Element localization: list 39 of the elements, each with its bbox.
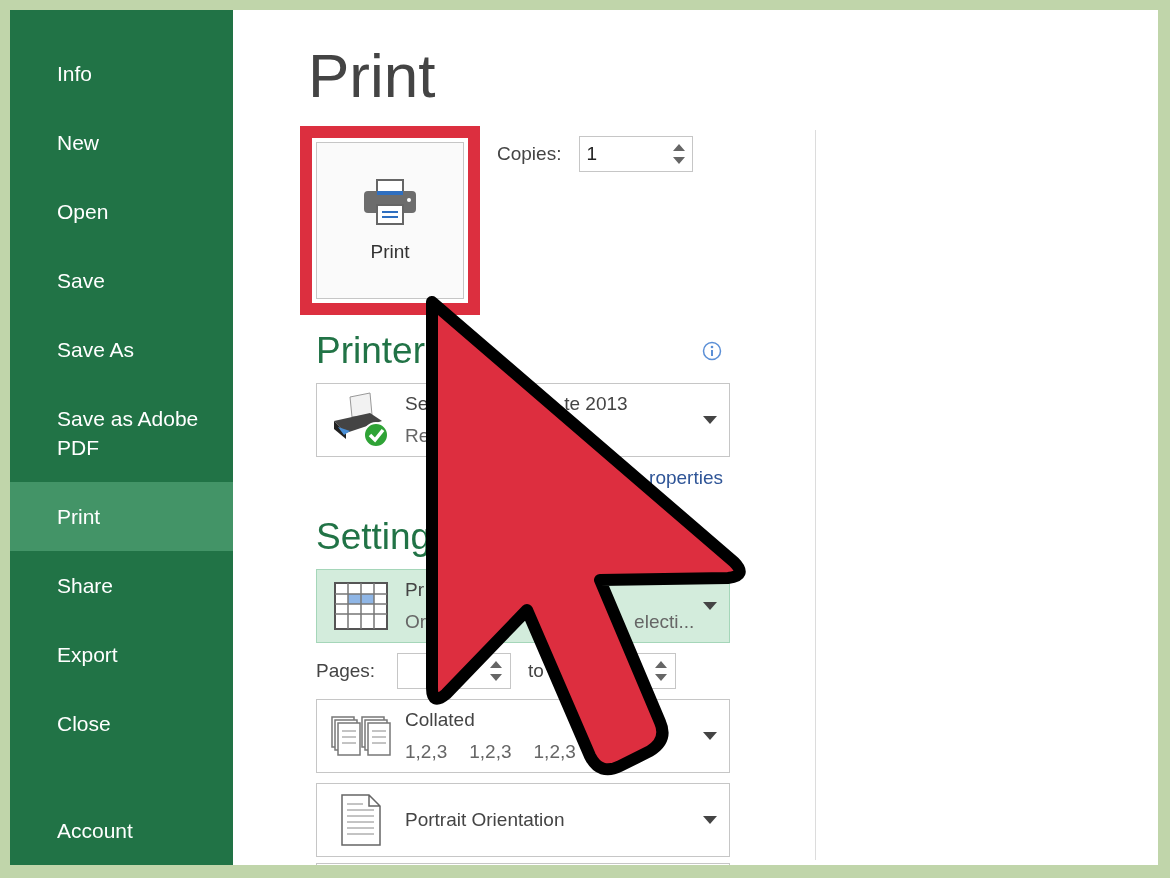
- dropdown-caret-icon: [703, 416, 717, 424]
- print-button[interactable]: Print: [316, 142, 464, 299]
- option-text: Collated: [405, 709, 475, 731]
- spreadsheet-icon: [334, 582, 388, 630]
- sidebar-item[interactable]: Print: [10, 482, 233, 551]
- dropdown-caret-icon: [703, 732, 717, 740]
- pages-label: Pages:: [316, 660, 377, 682]
- sidebar-item[interactable]: Info: [10, 39, 233, 108]
- printer-heading: Printer: [316, 329, 425, 373]
- sidebar-item[interactable]: Share: [10, 551, 233, 620]
- option-text: 1,2,3: [469, 741, 512, 763]
- option-text: te 2013: [564, 393, 628, 415]
- copies-label: Copies:: [497, 143, 562, 165]
- option-text: Pr: [405, 579, 424, 601]
- sidebar-item[interactable]: Account: [10, 796, 233, 865]
- printer-icon: [363, 178, 417, 225]
- sidebar-item[interactable]: Export: [10, 620, 233, 689]
- printer-properties-link[interactable]: roperties: [649, 467, 723, 489]
- to-label: to: [528, 660, 544, 682]
- settings-dropdown[interactable]: Portrait Orientation: [316, 783, 730, 857]
- sidebar-item[interactable]: New: [10, 108, 233, 177]
- info-icon[interactable]: [702, 341, 722, 361]
- dropdown-caret-icon: [703, 816, 717, 824]
- page-title: Print: [308, 40, 436, 112]
- portrait-page-icon: [341, 794, 381, 846]
- sidebar-item[interactable]: Save As: [10, 315, 233, 384]
- option-text: Or: [405, 611, 427, 633]
- dropdown-caret-icon: [703, 602, 717, 610]
- sidebar-item[interactable]: Close: [10, 689, 233, 758]
- sidebar-item[interactable]: Save: [10, 246, 233, 315]
- sidebar-item[interactable]: Open: [10, 177, 233, 246]
- option-text: Se: [405, 393, 429, 415]
- option-text: 1,2,3: [533, 741, 576, 763]
- collated-pages-icon: [331, 716, 391, 756]
- sidebar-item[interactable]: Save as Adobe PDF: [10, 384, 233, 482]
- option-text: 1,2,3: [405, 741, 448, 763]
- option-text: Portrait Orientation: [405, 809, 565, 831]
- copies-field[interactable]: 1: [579, 136, 694, 172]
- option-text: electi...: [634, 611, 695, 633]
